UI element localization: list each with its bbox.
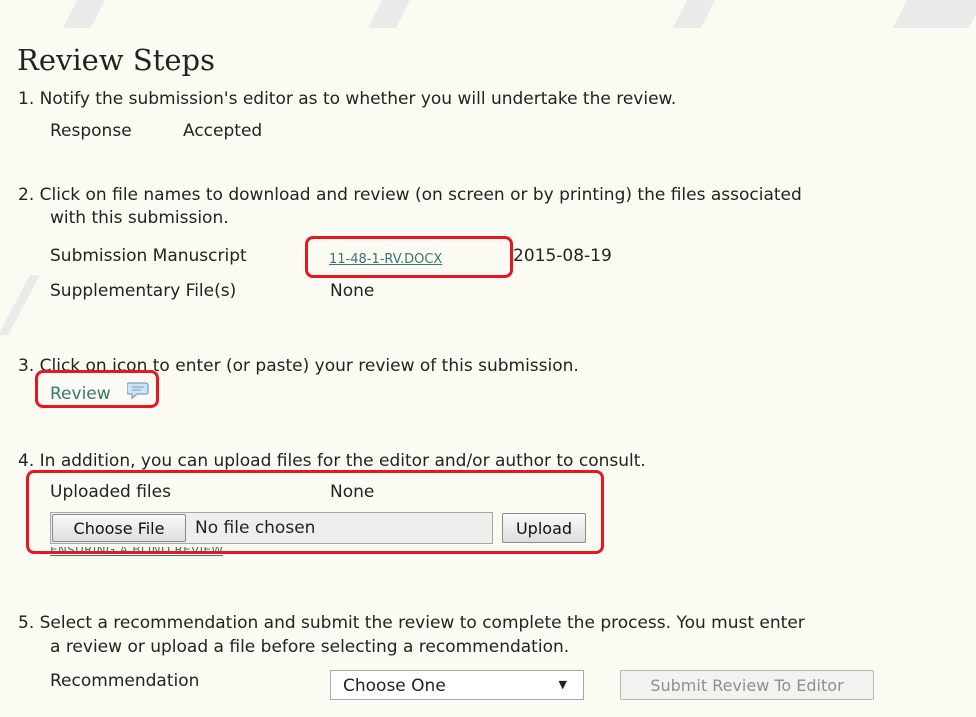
watermark-shape: [672, 0, 716, 28]
step2-instruction-line2: with this submission.: [50, 208, 229, 228]
response-value: Accepted: [183, 121, 263, 141]
manuscript-label: Submission Manuscript: [50, 246, 247, 266]
watermark-shape: [892, 0, 976, 28]
step1-instruction: 1. Notify the submission's editor as to …: [18, 89, 677, 109]
recommendation-select[interactable]: Choose One ▼: [330, 670, 584, 700]
supplementary-label: Supplementary File(s): [50, 281, 237, 301]
highlight-review-link: [35, 370, 159, 408]
highlight-upload-area: [26, 470, 604, 554]
watermark-shape: [367, 0, 411, 28]
page-title: Review Steps: [17, 43, 215, 77]
recommendation-selected-value: Choose One: [343, 676, 446, 696]
manuscript-date: 2015-08-19: [513, 246, 612, 266]
dropdown-arrow-icon[interactable]: ▼: [559, 678, 567, 691]
step2-instruction-line1: 2. Click on file names to download and r…: [18, 185, 802, 205]
recommendation-label: Recommendation: [50, 671, 200, 691]
highlight-manuscript-file: [305, 236, 513, 278]
watermark-shape: [62, 0, 106, 28]
watermark-shape: [0, 275, 40, 335]
submit-review-button[interactable]: Submit Review To Editor: [620, 670, 874, 700]
response-label: Response: [50, 121, 132, 141]
step5-instruction-line2: a review or upload a file before selecti…: [50, 637, 570, 657]
step4-instruction: 4. In addition, you can upload files for…: [18, 451, 646, 471]
supplementary-value: None: [330, 281, 375, 301]
step5-instruction-line1: 5. Select a recommendation and submit th…: [18, 613, 805, 633]
